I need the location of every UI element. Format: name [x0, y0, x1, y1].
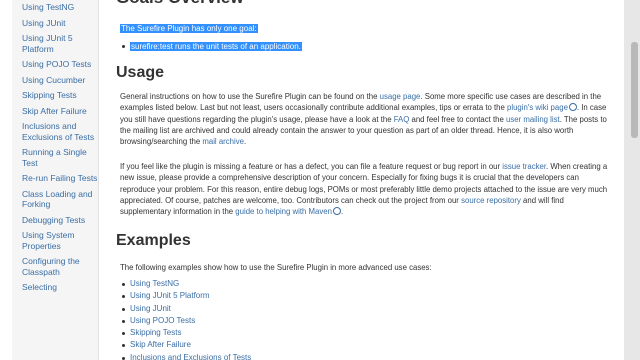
mail-archive-link[interactable]: mail archive — [202, 137, 244, 146]
example-link[interactable]: Skipping Tests — [122, 327, 251, 339]
example-link[interactable]: Using JUnit 5 Platform — [122, 290, 251, 302]
source-repository-link[interactable]: source repository — [461, 196, 521, 205]
example-link[interactable]: Skip After Failure — [122, 339, 251, 351]
sidebar-item[interactable]: Using JUnit 5 Platform — [12, 31, 98, 57]
sidebar-item[interactable]: Using POJO Tests — [12, 57, 98, 73]
issue-tracker-link[interactable]: issue tracker — [502, 162, 546, 171]
user-mailing-list-link[interactable]: user mailing list — [506, 115, 560, 124]
example-link[interactable]: Inclusions and Exclusions of Tests — [122, 352, 251, 360]
sidebar-item[interactable]: Selecting — [12, 280, 98, 296]
example-link[interactable]: Using TestNG — [122, 278, 251, 290]
text: General instructions on how to use the S… — [120, 92, 380, 101]
goal-item: surefire:test runs the unit tests of an … — [122, 42, 302, 51]
sidebar-item[interactable]: Re-run Failing Tests — [12, 171, 98, 187]
usage-heading: Usage — [116, 64, 165, 81]
external-link-icon — [568, 103, 577, 112]
text: . — [243, 137, 247, 147]
faq-link[interactable]: FAQ — [394, 115, 410, 124]
example-link[interactable]: Using JUnit — [122, 303, 251, 315]
sidebar-item[interactable]: Using TestNG — [12, 0, 98, 16]
vertical-scrollbar[interactable] — [624, 0, 640, 360]
sidebar-item[interactable]: Using System Properties — [12, 228, 98, 254]
text: . — [340, 207, 344, 217]
guide-helping-maven-link[interactable]: guide to helping with Maven — [235, 207, 332, 216]
plugin-wiki-link[interactable]: plugin's wiki page — [507, 103, 568, 112]
main-content: Goals Overview The Surefire Plugin has o… — [108, 0, 620, 360]
selected-goal-text: The Surefire Plugin has only one goal: — [120, 24, 258, 33]
browser-page: Using TestNG Using JUnit Using JUnit 5 Pla… — [0, 0, 640, 360]
usage-page-link[interactable]: usage page — [380, 92, 421, 101]
sidebar-item[interactable]: Debugging Tests — [12, 213, 98, 229]
external-link-icon — [332, 207, 341, 216]
selected-goal-item: surefire:test runs the unit tests of an … — [130, 42, 302, 51]
examples-intro: The following examples show how to use t… — [120, 263, 432, 272]
sidebar-item[interactable]: Using JUnit — [12, 16, 98, 32]
sidebar-item[interactable]: Inclusions and Exclusions of Tests — [12, 119, 98, 145]
usage-paragraph-1: General instructions on how to use the S… — [120, 91, 610, 147]
example-link[interactable]: Using POJO Tests — [122, 315, 251, 327]
sidebar-item[interactable]: Configuring the Classpath — [12, 254, 98, 280]
sidebar-item[interactable]: Skip After Failure — [12, 104, 98, 120]
goal-text: The Surefire Plugin has only one goal: — [120, 24, 258, 33]
sidebar-item[interactable]: Using Cucumber — [12, 73, 98, 89]
sidebar-item[interactable]: Skipping Tests — [12, 88, 98, 104]
scrollbar-thumb[interactable] — [631, 42, 638, 138]
sidebar-item[interactable]: Class Loading and Forking — [12, 187, 98, 213]
examples-heading: Examples — [116, 232, 191, 249]
sidebar-nav: Using TestNG Using JUnit Using JUnit 5 Pla… — [12, 0, 99, 360]
goals-overview-heading: Goals Overview — [116, 0, 244, 8]
usage-paragraph-2: If you feel like the plugin is missing a… — [120, 161, 610, 217]
sidebar-list: Using TestNG Using JUnit Using JUnit 5 Pla… — [12, 0, 98, 296]
text: and feel free to contact the — [409, 114, 506, 124]
text: If you feel like the plugin is missing a… — [120, 162, 503, 171]
sidebar-item[interactable]: Running a Single Test — [12, 145, 98, 171]
examples-list: Using TestNG Using JUnit 5 Platform Using … — [122, 278, 251, 360]
